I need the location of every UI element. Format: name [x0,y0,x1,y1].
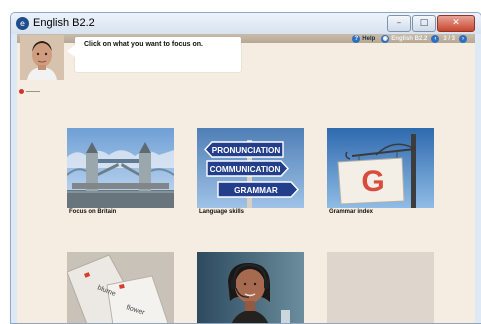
vocabulary-tile[interactable]: blume flower [67,252,174,323]
communication-tile[interactable] [197,252,304,323]
app-window: e English B2.2 – □ ✕ ? Help ◉ English B2… [10,12,481,324]
empty-tile [327,252,434,323]
tile-caption-grammar-index: Grammar index [329,209,374,215]
minimize-button[interactable]: – [387,15,411,32]
grammar-sign: GRAMMAR [234,186,278,195]
course-icon[interactable]: ◉ [381,34,390,43]
tile-caption-language-skills: Language skills [199,209,245,215]
close-button[interactable]: ✕ [437,15,475,32]
status-dot [19,89,24,94]
help-icon[interactable]: ? [352,34,361,43]
headset-operator-photo [197,252,304,323]
pronunciation-sign: PRONUNCIATION [212,146,281,155]
help-link[interactable]: Help [362,36,375,42]
title-bar: e English B2.2 – □ ✕ [11,13,481,34]
grammar-letter: G [361,165,384,198]
language-signs-photo: PRONUNCIATION COMMUNICATION GRAMMAR [197,128,304,208]
previous-page-icon[interactable]: ‹ [431,34,440,43]
instruction-text: Click on what you want to focus on. [84,41,204,48]
communication-sign: COMMUNICATION [210,165,281,174]
status-divider [26,91,40,92]
page-indicator: 3 / 3 [443,35,455,42]
speech-bubble: Click on what you want to focus on. [67,37,241,72]
assistant-avatar [20,35,64,80]
app-logo-icon: e [16,17,29,30]
maximize-button[interactable]: □ [412,15,436,32]
grammar-index-tile[interactable]: G [327,128,434,208]
next-page-icon[interactable]: › [459,34,467,43]
content-area: ? Help ◉ English B2.2 ‹ 3 / 3 › Click on… [17,34,475,323]
window-title: English B2.2 [33,17,95,29]
course-nav: ? Help ◉ English B2.2 ‹ 3 / 3 › [350,34,469,43]
tower-bridge-photo [67,128,174,208]
index-cards-photo: blume flower [67,252,174,323]
grammar-sign-photo: G [327,128,434,208]
course-link[interactable]: English B2.2 [391,36,427,42]
tile-caption-focus-on-britain: Focus on Britain [69,209,117,215]
language-skills-tile[interactable]: PRONUNCIATION COMMUNICATION GRAMMAR [197,128,304,208]
focus-on-britain-tile[interactable] [67,128,174,208]
window-controls: – □ ✕ [386,15,475,32]
